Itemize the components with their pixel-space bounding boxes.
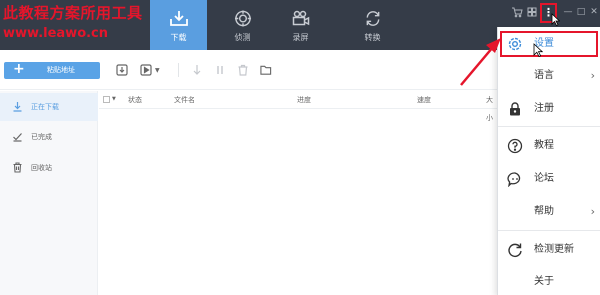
- annotation-arrow-icon: [460, 38, 501, 86]
